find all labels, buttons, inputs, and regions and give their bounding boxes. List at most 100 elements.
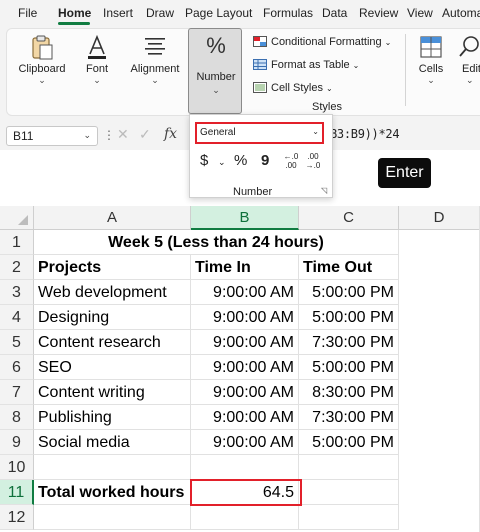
formula-input[interactable]: B3:B9))*24: [330, 127, 400, 141]
empty-cell[interactable]: [34, 505, 191, 530]
column-header-d[interactable]: D: [399, 206, 480, 230]
editing-button[interactable]: Edit ⌄: [456, 34, 480, 86]
cell-time-out[interactable]: 8:30:00 PM: [299, 380, 399, 405]
empty-cell[interactable]: [191, 455, 299, 480]
cell-project[interactable]: Content research: [34, 330, 191, 355]
currency-format-button[interactable]: $: [200, 152, 208, 169]
decrease-decimal-button[interactable]: .00 →.0: [304, 152, 322, 170]
font-button[interactable]: Font ⌄: [76, 34, 118, 86]
comma-style-button[interactable]: 9: [261, 152, 269, 169]
header-time-in[interactable]: Time In: [191, 255, 299, 280]
cell-project[interactable]: Content writing: [34, 380, 191, 405]
row-header[interactable]: 4: [0, 305, 34, 330]
cell-project[interactable]: Social media: [34, 430, 191, 455]
menu-draw[interactable]: Draw: [146, 6, 174, 20]
row-header[interactable]: 5: [0, 330, 34, 355]
empty-cell[interactable]: [34, 455, 191, 480]
cell-styles-label: Cell Styles: [271, 82, 323, 94]
cell-project[interactable]: Web development: [34, 280, 191, 305]
more-options-icon[interactable]: ⋮: [103, 128, 115, 142]
cell-time-in[interactable]: 9:00:00 AM: [191, 330, 299, 355]
number-button[interactable]: % Number ⌄: [188, 28, 242, 114]
menu-home[interactable]: Home: [58, 6, 91, 20]
active-tab-indicator: [58, 22, 90, 25]
cancel-icon[interactable]: ✕: [117, 126, 129, 143]
select-all-icon: [18, 215, 28, 225]
cell-time-in[interactable]: 9:00:00 AM: [191, 380, 299, 405]
dialog-launcher-icon[interactable]: ◹: [321, 186, 327, 195]
row-header[interactable]: 7: [0, 380, 34, 405]
chevron-down-icon: ⌄: [325, 84, 333, 93]
search-icon: [459, 36, 479, 57]
menu-formulas[interactable]: Formulas: [263, 6, 313, 20]
percent-style-button[interactable]: %: [234, 152, 247, 169]
cell-project[interactable]: Designing: [34, 305, 191, 330]
total-label[interactable]: Total worked hours: [34, 480, 191, 505]
cell-time-out[interactable]: 5:00:00 PM: [299, 355, 399, 380]
empty-cell[interactable]: [299, 455, 399, 480]
editing-label: Edit: [462, 63, 480, 75]
cell-project[interactable]: Publishing: [34, 405, 191, 430]
clipboard-icon: [32, 35, 53, 60]
menu-file[interactable]: File: [18, 6, 37, 20]
cell-time-out[interactable]: 5:00:00 PM: [299, 305, 399, 330]
format-as-table-button[interactable]: Format as Table ⌄: [253, 59, 359, 71]
cell-project[interactable]: SEO: [34, 355, 191, 380]
conditional-formatting-label: Conditional Formatting: [271, 36, 382, 48]
menu-page-layout[interactable]: Page Layout: [185, 6, 252, 20]
cells-button[interactable]: Cells ⌄: [412, 34, 450, 86]
cell-time-in[interactable]: 9:00:00 AM: [191, 355, 299, 380]
cells-label: Cells: [418, 63, 444, 75]
row-header[interactable]: 8: [0, 405, 34, 430]
empty-cell[interactable]: [299, 505, 399, 530]
row-header[interactable]: 6: [0, 355, 34, 380]
row-header[interactable]: 1: [0, 230, 34, 255]
menu-view[interactable]: View: [407, 6, 433, 20]
empty-cell[interactable]: [299, 480, 399, 505]
row-header[interactable]: 9: [0, 430, 34, 455]
number-format-value: General: [200, 127, 236, 138]
name-box[interactable]: B11 ⌄: [6, 126, 98, 146]
number-panel-label: Number: [233, 186, 273, 198]
menu-review[interactable]: Review: [359, 6, 398, 20]
empty-cell[interactable]: [191, 505, 299, 530]
alignment-label: Alignment: [130, 63, 180, 75]
font-label: Font: [85, 63, 108, 75]
number-label: Number: [196, 71, 236, 83]
cell-time-in[interactable]: 9:00:00 AM: [191, 280, 299, 305]
ribbon-separator: [405, 34, 406, 106]
confirm-icon[interactable]: ✓: [139, 126, 151, 143]
cell-time-in[interactable]: 9:00:00 AM: [191, 305, 299, 330]
column-header-a[interactable]: A: [34, 206, 191, 230]
number-format-select[interactable]: General ⌄: [195, 122, 324, 144]
menu-insert[interactable]: Insert: [103, 6, 133, 20]
spreadsheet-grid[interactable]: A B C D 1 2 3 4 5 6 7 8 9 10 11 12 Week …: [0, 206, 480, 532]
cell-time-in[interactable]: 9:00:00 AM: [191, 430, 299, 455]
menu-data[interactable]: Data: [322, 6, 347, 20]
cell-time-out[interactable]: 5:00:00 PM: [299, 430, 399, 455]
column-header-b[interactable]: B: [191, 206, 299, 230]
insert-function-button[interactable]: fx: [164, 126, 177, 142]
alignment-button[interactable]: Alignment ⌄: [126, 34, 184, 86]
row-header[interactable]: 12: [0, 505, 34, 530]
increase-decimal-button[interactable]: ←.0 .00: [282, 152, 300, 170]
cell-time-out[interactable]: 7:30:00 PM: [299, 405, 399, 430]
select-all-corner[interactable]: [0, 206, 34, 230]
sheet-title[interactable]: Week 5 (Less than 24 hours): [34, 230, 399, 255]
cell-time-out[interactable]: 5:00:00 PM: [299, 280, 399, 305]
row-header-selected[interactable]: 11: [0, 480, 34, 505]
cell-time-out[interactable]: 7:30:00 PM: [299, 330, 399, 355]
row-header[interactable]: 3: [0, 280, 34, 305]
row-header[interactable]: 2: [0, 255, 34, 280]
column-header-c[interactable]: C: [299, 206, 399, 230]
chevron-down-icon[interactable]: ⌄: [218, 157, 226, 168]
chevron-down-icon: ⌄: [427, 75, 435, 85]
header-time-out[interactable]: Time Out: [299, 255, 399, 280]
conditional-formatting-button[interactable]: Conditional Formatting ⌄: [253, 36, 391, 48]
header-projects[interactable]: Projects: [34, 255, 191, 280]
cell-styles-button[interactable]: Cell Styles ⌄: [253, 82, 333, 94]
cell-time-in[interactable]: 9:00:00 AM: [191, 405, 299, 430]
clipboard-button[interactable]: Clipboard ⌄: [14, 34, 70, 86]
menu-automate[interactable]: Automa: [442, 6, 480, 20]
row-header[interactable]: 10: [0, 455, 34, 480]
